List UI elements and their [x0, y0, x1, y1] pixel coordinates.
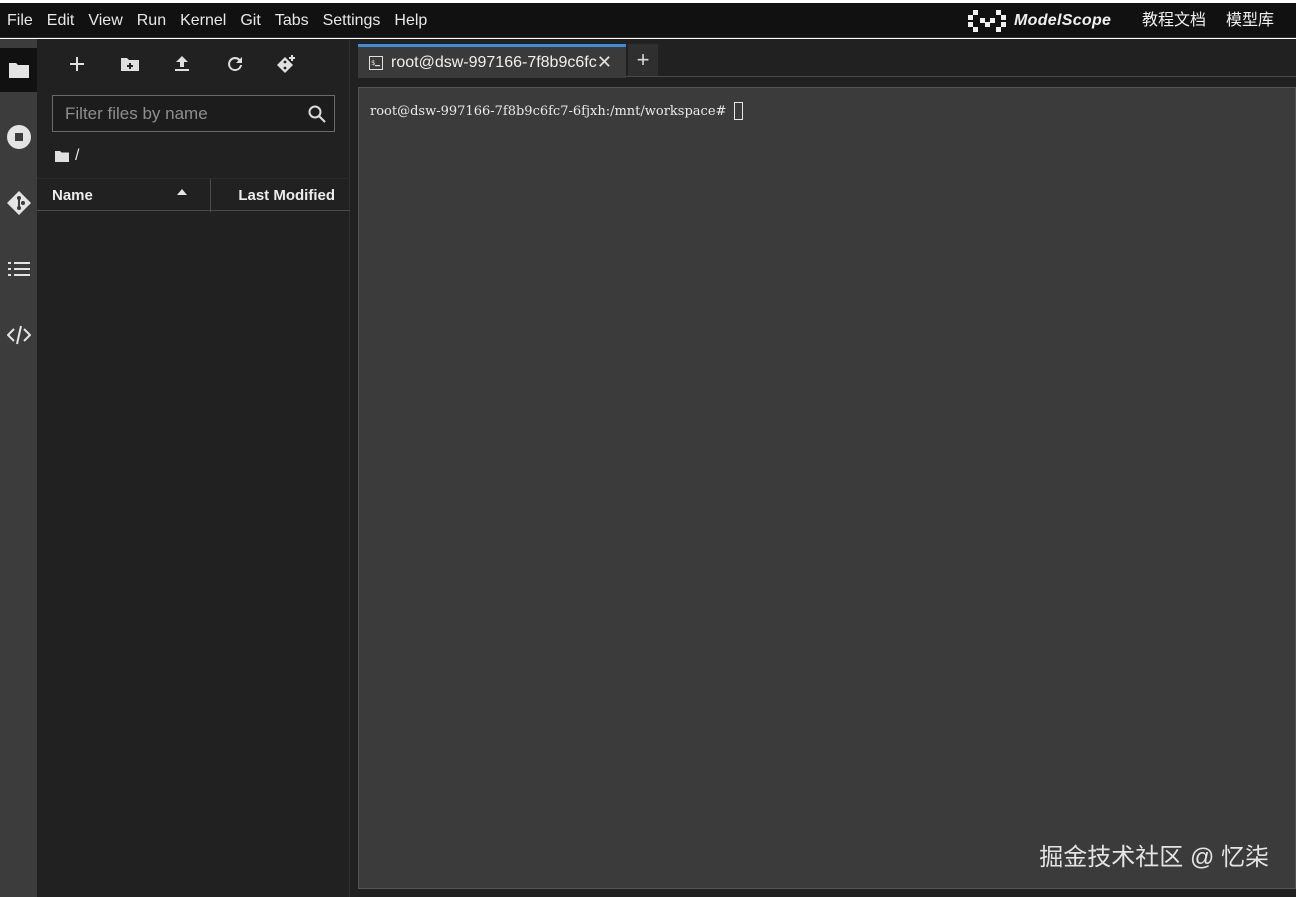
- menu-bar: File Edit View Run Kernel Git Tabs Setti…: [0, 3, 1296, 38]
- breadcrumb-root[interactable]: /: [75, 147, 79, 165]
- file-browser-panel: / Name Last Modified: [37, 39, 350, 897]
- folder-icon[interactable]: [55, 150, 69, 162]
- menu-edit[interactable]: Edit: [40, 3, 82, 38]
- close-tab-icon[interactable]: ✕: [597, 53, 612, 71]
- stop-circle-icon: [6, 125, 31, 149]
- main-menu: File Edit View Run Kernel Git Tabs Setti…: [0, 3, 434, 38]
- activity-bar: [0, 39, 37, 897]
- menu-git[interactable]: Git: [233, 3, 267, 38]
- column-divider[interactable]: [210, 179, 211, 212]
- brand-name: ModelScope: [1014, 11, 1112, 29]
- search-icon: [308, 105, 326, 123]
- terminal-icon: $: [369, 55, 383, 70]
- git-tab[interactable]: [0, 181, 37, 225]
- menu-settings[interactable]: Settings: [316, 3, 388, 38]
- filter-files-input[interactable]: [53, 96, 303, 131]
- refresh-button[interactable]: [222, 51, 248, 77]
- file-list: [37, 212, 350, 897]
- running-sessions-tab[interactable]: [0, 115, 37, 159]
- tab-bar: $ root@dsw-997166-7f8b9c6fc7-6fjxh: /mnt…: [358, 39, 1296, 78]
- model-library-link[interactable]: 模型库: [1226, 3, 1274, 38]
- file-browser-tab[interactable]: [0, 48, 37, 92]
- git-clone-icon: [277, 55, 295, 73]
- sort-ascending-icon: [177, 189, 187, 195]
- terminal-panel[interactable]: root@dsw-997166-7f8b9c6fc7-6fjxh:/mnt/wo…: [358, 87, 1296, 889]
- menu-run[interactable]: Run: [130, 3, 173, 38]
- new-folder-button[interactable]: [117, 51, 143, 77]
- terminal-prompt: root@dsw-997166-7f8b9c6fc7-6fjxh:/mnt/wo…: [370, 103, 727, 119]
- menu-kernel[interactable]: Kernel: [173, 3, 233, 38]
- brand[interactable]: ModelScope: [968, 3, 1111, 38]
- folder-icon: [8, 63, 29, 78]
- modelscope-logo-icon: [968, 9, 1006, 32]
- git-clone-button[interactable]: [273, 51, 299, 77]
- menu-help[interactable]: Help: [387, 3, 434, 38]
- git-icon: [6, 191, 31, 215]
- table-of-contents-icon: [7, 262, 30, 276]
- code-icon: [6, 325, 31, 345]
- last-modified-column-header[interactable]: Last Modified: [238, 179, 335, 212]
- new-launcher-button[interactable]: [64, 51, 90, 77]
- menu-tabs[interactable]: Tabs: [268, 3, 316, 38]
- upload-icon: [175, 56, 189, 71]
- main-area: $ root@dsw-997166-7f8b9c6fc7-6fjxh: /mnt…: [350, 39, 1296, 897]
- new-tab-button[interactable]: +: [628, 44, 658, 76]
- upload-button[interactable]: [169, 51, 195, 77]
- file-list-header: Name Last Modified: [37, 178, 350, 212]
- terminal-prompt-line: root@dsw-997166-7f8b9c6fc7-6fjxh:/mnt/wo…: [370, 102, 744, 120]
- docs-link[interactable]: 教程文档: [1142, 3, 1206, 38]
- watermark: 掘金技术社区 @ 忆柒: [1039, 844, 1269, 871]
- breadcrumb: /: [55, 147, 79, 165]
- filter-files-field: [52, 95, 335, 132]
- tab-label: root@dsw-997166-7f8b9c6fc7-6fjxh: /mnt/w…: [391, 53, 597, 71]
- terminal-cursor: [734, 102, 744, 120]
- menu-view[interactable]: View: [81, 3, 129, 38]
- menu-file[interactable]: File: [0, 3, 40, 38]
- refresh-icon: [228, 56, 242, 71]
- table-of-contents-tab[interactable]: [0, 247, 37, 291]
- svg-text:$: $: [371, 59, 375, 67]
- plus-icon: +: [636, 47, 650, 72]
- terminal-tab[interactable]: $ root@dsw-997166-7f8b9c6fc7-6fjxh: /mnt…: [358, 44, 626, 78]
- new-folder-icon: [121, 58, 139, 71]
- plus-icon: [70, 57, 84, 71]
- name-column-header[interactable]: Name: [52, 179, 93, 212]
- code-snippets-tab[interactable]: [0, 313, 37, 357]
